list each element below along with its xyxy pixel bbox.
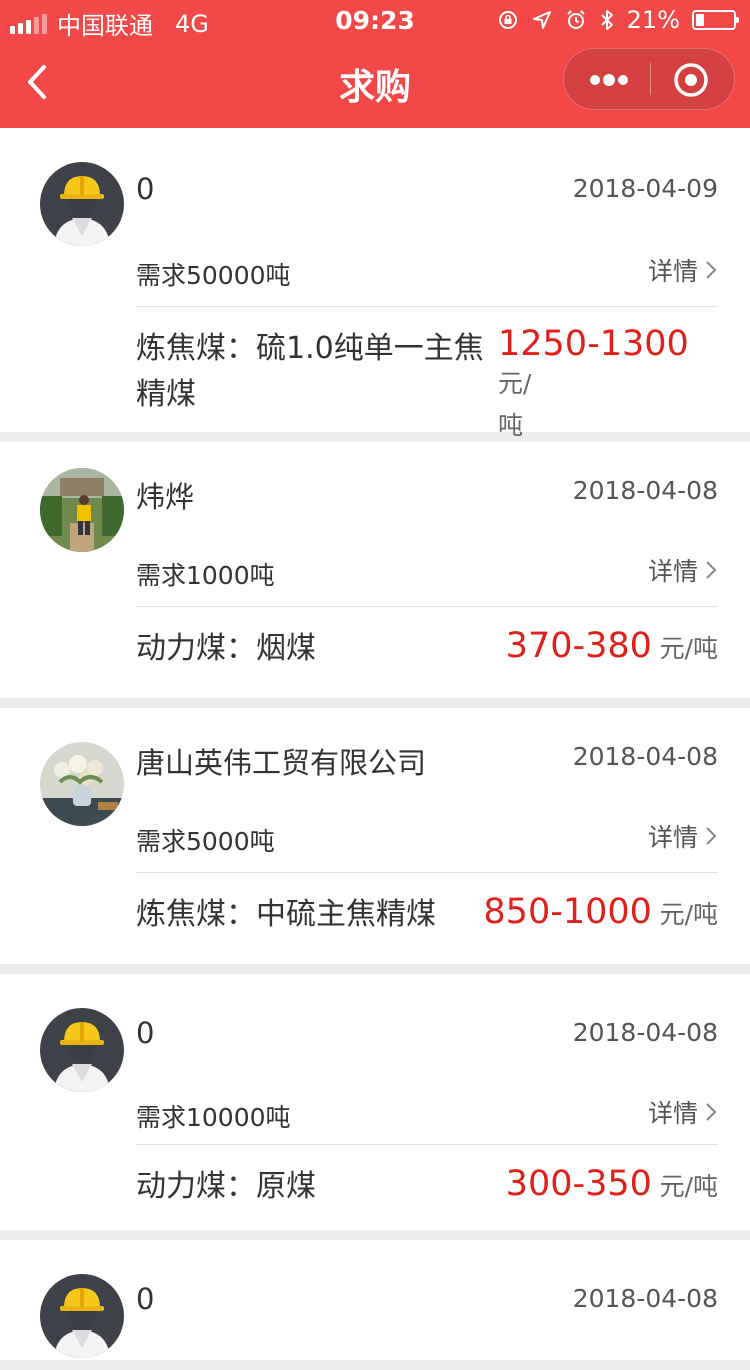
price-unit: 元/吨 [659, 634, 718, 663]
price-block: 1250-1300 元/ 吨 [498, 324, 718, 442]
more-button[interactable] [564, 49, 650, 109]
product-line-1: 动力煤：原煤 [136, 1169, 316, 1204]
divider [136, 306, 718, 307]
battery-icon [692, 10, 739, 30]
detail-link[interactable]: 详情 [648, 252, 718, 288]
price-unit: 元/吨 [659, 1172, 718, 1201]
product-line-1: 炼焦煤：中硫主焦精煤 [136, 897, 436, 932]
price-block: 300-350 元/吨 [506, 1164, 718, 1204]
flowers-photo-avatar [40, 742, 124, 826]
listing-card[interactable]: 0 2018-04-09 需求50000吨 详情 炼焦煤：硫1.0纯单一主焦 精… [0, 128, 750, 440]
avatar [40, 1274, 124, 1358]
post-date: 2018-04-08 [572, 1018, 718, 1047]
avatar [40, 162, 124, 246]
price-range: 850-1000 [483, 892, 652, 932]
demand-quantity: 需求10000吨 [136, 1103, 291, 1132]
buyer-name: 0 [136, 1016, 155, 1050]
product-description: 动力煤：烟煤 [136, 626, 316, 672]
listing-card[interactable]: 炜烨 2018-04-08 需求1000吨 详情 动力煤：烟煤 370-380 … [0, 442, 750, 698]
detail-label: 详情 [647, 557, 698, 586]
listing-list: 0 2018-04-09 需求50000吨 详情 炼焦煤：硫1.0纯单一主焦 精… [0, 128, 750, 1370]
alarm-icon [566, 10, 585, 29]
battery-percent: 21% [626, 6, 680, 34]
listing-card[interactable]: 0 2018-04-08 [0, 1240, 750, 1360]
price-unit: 元/吨 [659, 900, 718, 929]
post-date: 2018-04-08 [572, 476, 718, 505]
price-range: 1250-1300 [498, 324, 689, 364]
post-date: 2018-04-09 [572, 174, 718, 203]
price-block: 370-380 元/吨 [506, 626, 718, 666]
helmet-avatar-icon [40, 1274, 124, 1358]
chevron-right-icon [706, 827, 717, 845]
person-photo-avatar [40, 468, 124, 552]
price-unit-line-2: 吨 [498, 411, 524, 440]
chevron-right-icon [706, 561, 717, 579]
close-target-button[interactable] [651, 49, 735, 109]
product-line-1: 动力煤：烟煤 [136, 631, 316, 666]
listing-card[interactable]: 唐山英伟工贸有限公司 2018-04-08 需求5000吨 详情 炼焦煤：中硫主… [0, 708, 750, 964]
demand-quantity: 需求5000吨 [136, 827, 275, 856]
divider [136, 1144, 718, 1145]
detail-link[interactable]: 详情 [648, 1094, 718, 1130]
divider [136, 872, 718, 873]
buyer-name: 炜烨 [136, 480, 195, 514]
post-date: 2018-04-08 [572, 742, 718, 771]
location-icon [532, 11, 551, 29]
product-line-1: 炼焦煤：硫1.0纯单一主焦 [136, 331, 484, 366]
product-description: 炼焦煤：中硫主焦精煤 [136, 892, 436, 938]
avatar [40, 468, 124, 552]
price-range: 300-350 [505, 1164, 652, 1204]
detail-link[interactable]: 详情 [648, 552, 718, 588]
mini-program-capsule [563, 48, 735, 110]
detail-link[interactable]: 详情 [648, 818, 718, 854]
rotation-lock-icon [498, 11, 517, 29]
product-description: 动力煤：原煤 [136, 1164, 316, 1210]
chevron-right-icon [706, 1103, 717, 1121]
buyer-name: 0 [136, 172, 155, 206]
helmet-avatar-icon [40, 162, 124, 246]
detail-label: 详情 [647, 257, 698, 286]
buyer-name: 0 [136, 1282, 155, 1316]
post-date: 2018-04-08 [572, 1284, 718, 1313]
product-description: 炼焦煤：硫1.0纯单一主焦 精煤 [136, 326, 484, 418]
buyer-name: 唐山英伟工贸有限公司 [136, 746, 427, 780]
avatar [40, 1008, 124, 1092]
detail-label: 详情 [647, 823, 698, 852]
status-right: 21% [497, 6, 739, 34]
avatar [40, 742, 124, 826]
price-unit: 元/ [498, 369, 532, 398]
chevron-right-icon [706, 261, 717, 279]
helmet-avatar-icon [40, 1008, 124, 1092]
price-range: 370-380 [505, 626, 652, 666]
price-block: 850-1000 元/吨 [483, 892, 718, 932]
listing-card[interactable]: 0 2018-04-08 需求10000吨 详情 动力煤：原煤 300-350 … [0, 974, 750, 1230]
product-line-2: 精煤 [136, 377, 196, 412]
status-bar: 中国联通 4G 09:23 21% [0, 0, 750, 40]
bluetooth-icon [600, 10, 613, 30]
header-bar: 中国联通 4G 09:23 21% 求购 [0, 0, 750, 128]
detail-label: 详情 [647, 1099, 698, 1128]
demand-quantity: 需求1000吨 [136, 561, 275, 590]
divider [136, 606, 718, 607]
demand-quantity: 需求50000吨 [136, 261, 291, 290]
